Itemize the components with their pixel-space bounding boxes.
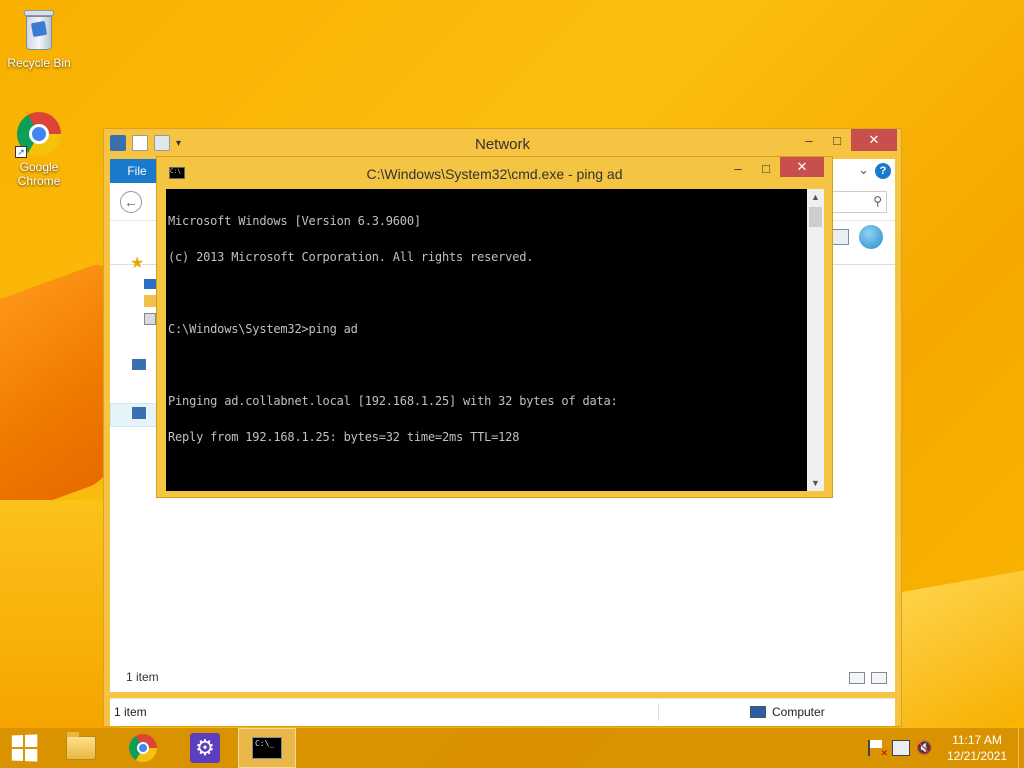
chrome-icon: ↗ <box>15 112 61 158</box>
large-icons-view-icon[interactable] <box>871 672 887 684</box>
window-title: Network <box>474 136 530 153</box>
close-button[interactable]: ✕ <box>851 129 897 151</box>
windows-logo-icon <box>11 734 38 762</box>
taskbar: ⚙ C:\_ 🔇 11:17 AM 12/21/2021 <box>0 728 1024 768</box>
help-icon[interactable]: ? <box>875 163 891 179</box>
network-center-icon[interactable] <box>859 225 883 249</box>
desktop-folder-icon[interactable] <box>144 279 156 289</box>
divider <box>658 703 659 721</box>
search-input[interactable]: ⚲ <box>827 191 887 213</box>
close-button[interactable]: ✕ <box>780 157 824 177</box>
wallpaper-shape <box>0 500 120 728</box>
console-output[interactable]: Microsoft Windows [Version 6.3.9600] (c)… <box>166 189 807 491</box>
folder-icon <box>66 732 96 760</box>
clock-date: 12/21/2021 <box>946 749 1008 763</box>
shortcut-arrow-icon: ↗ <box>15 146 27 158</box>
taskbar-chrome[interactable] <box>114 728 172 768</box>
chrome-icon <box>129 734 157 762</box>
favorites-star-icon[interactable]: ★ <box>130 253 150 272</box>
status-location-label: Computer <box>772 705 825 719</box>
desktop-icon-google-chrome[interactable]: ↗ Google Chrome <box>1 112 77 188</box>
start-button[interactable] <box>0 728 48 768</box>
scroll-down-icon[interactable]: ▼ <box>807 475 824 491</box>
explorer-titlebar[interactable]: ▾ Network – □ ✕ <box>104 129 901 159</box>
status-bar: 1 item Computer <box>110 698 895 726</box>
console-line: C:\Windows\System32>ping ad <box>168 322 358 336</box>
clock[interactable]: 11:17 AM 12/21/2021 <box>940 732 1014 764</box>
details-view-icon[interactable] <box>849 672 865 684</box>
cmd-icon: C:\_ <box>252 737 282 759</box>
taskbar-file-explorer[interactable] <box>52 728 110 768</box>
desktop-icon-recycle-bin[interactable]: Recycle Bin <box>1 8 77 70</box>
taskbar-cmd[interactable]: C:\_ <box>238 728 296 768</box>
scroll-up-icon[interactable]: ▲ <box>807 189 824 205</box>
gear-icon: ⚙ <box>190 733 220 763</box>
computer-icon <box>750 706 766 718</box>
downloads-folder-icon[interactable] <box>144 295 156 307</box>
network-status-icon[interactable] <box>892 740 910 756</box>
vertical-scrollbar[interactable]: ▲ ▼ <box>807 189 824 491</box>
maximize-button[interactable]: □ <box>752 157 780 179</box>
back-button[interactable]: ← <box>120 191 142 213</box>
wallpaper-shape <box>900 567 1024 743</box>
minimize-button[interactable]: – <box>795 129 823 151</box>
system-tray: 🔇 11:17 AM 12/21/2021 <box>868 728 1024 768</box>
view-toggle <box>849 672 887 684</box>
show-desktop-button[interactable] <box>1018 728 1024 768</box>
navigation-pane: ★ <box>110 255 158 565</box>
item-count: 1 item <box>126 670 159 684</box>
status-item-count: 1 item <box>114 705 147 719</box>
console-line: Reply from 192.168.1.25: bytes=32 time=2… <box>168 430 520 444</box>
recent-places-icon[interactable] <box>144 313 156 325</box>
search-icon: ⚲ <box>873 194 882 208</box>
scroll-thumb[interactable] <box>809 207 822 227</box>
network-icon <box>132 407 146 419</box>
taskbar-settings[interactable]: ⚙ <box>176 728 234 768</box>
desktop-icon-label: Google Chrome <box>17 160 61 188</box>
cmd-titlebar[interactable]: C:\ C:\Windows\System32\cmd.exe - ping a… <box>157 157 832 189</box>
volume-muted-icon[interactable]: 🔇 <box>916 740 934 756</box>
chevron-down-icon[interactable]: ⌄ <box>858 162 869 178</box>
action-center-flag-icon[interactable] <box>868 740 888 759</box>
wallpaper-shape <box>0 259 110 541</box>
console-line: (c) 2013 Microsoft Corporation. All righ… <box>168 250 534 264</box>
clock-time: 11:17 AM <box>952 733 1002 747</box>
this-pc-icon[interactable] <box>132 359 146 370</box>
cmd-window[interactable]: C:\ C:\Windows\System32\cmd.exe - ping a… <box>156 156 833 498</box>
desktop-icon-label: Recycle Bin <box>7 56 71 70</box>
console-line: Microsoft Windows [Version 6.3.9600] <box>168 214 421 228</box>
status-location: Computer <box>750 705 825 719</box>
maximize-button[interactable]: □ <box>823 129 851 151</box>
recycle-bin-icon <box>22 8 56 52</box>
console-line: Pinging ad.collabnet.local [192.168.1.25… <box>168 394 618 408</box>
minimize-button[interactable]: – <box>724 157 752 179</box>
